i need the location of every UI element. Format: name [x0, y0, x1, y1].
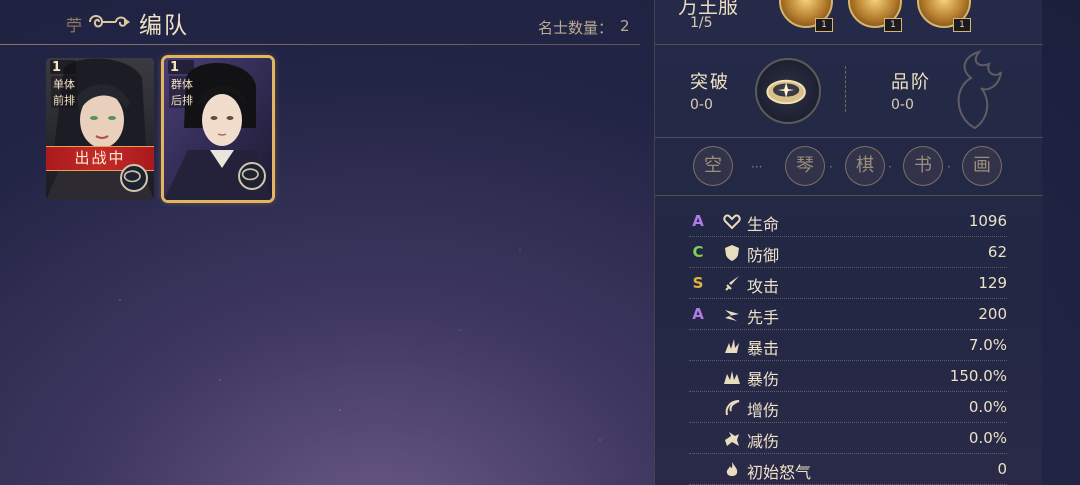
stat-grade: S [692, 274, 704, 292]
costume-progress: 1/5 [690, 15, 713, 31]
stat-name: 防御 [747, 246, 780, 265]
stat-value: 129 [978, 274, 1007, 292]
panel-divider [655, 137, 1043, 138]
crit-damage-icon [724, 371, 740, 384]
stat-value: 0 [997, 460, 1007, 478]
stat-value: 62 [987, 243, 1007, 261]
panel-dotted-divider [845, 66, 846, 112]
stat-value: 1096 [968, 212, 1007, 230]
damage-reduce-icon [725, 432, 739, 446]
crit-icon [725, 339, 739, 353]
stat-name: 生命 [747, 215, 780, 234]
skill-orb-3-icon[interactable]: 1 [917, 0, 971, 32]
slot-separator: ··· [751, 160, 763, 174]
header-decoration: 苧 [66, 16, 83, 35]
stat-row-attack: S 攻击 129 [689, 268, 1007, 299]
stat-row-initial-rage: 初始怒气 0 [689, 454, 1007, 485]
hero-target-tag: 单体 [51, 76, 77, 92]
stat-row-crit-damage: 暴伤 150.0% [689, 361, 1007, 392]
rank-label: 品阶 [891, 72, 931, 93]
stat-name: 增伤 [747, 401, 780, 420]
breakthrough-value: 0-0 [690, 97, 713, 113]
compass-rune-icon [120, 164, 148, 192]
damage-boost-icon [725, 400, 740, 416]
stat-value: 0.0% [968, 429, 1007, 447]
stat-row-initiative: A 先手 200 [689, 299, 1007, 330]
compass-rune-icon [238, 162, 266, 190]
flame-icon [726, 462, 738, 476]
hero-detail-panel: 万王服 1/5 1 1 1 突破 0-0 品阶 0-0 空 ··· 琴 · 棋 … [654, 0, 1043, 485]
skill-orb-level: 1 [884, 18, 902, 32]
hero-target-tag: 群体 [169, 76, 195, 92]
slot-qin[interactable]: 琴 [785, 146, 825, 186]
hero-position-tag: 前排 [51, 92, 77, 108]
stat-row-damage-reduce: 减伤 0.0% [689, 423, 1007, 454]
stat-name: 攻击 [747, 277, 780, 296]
rank-value: 0-0 [891, 97, 914, 113]
slot-separator: · [947, 160, 951, 174]
stat-row-crit: 暴击 7.0% [689, 330, 1007, 361]
cloud-ornament-icon [89, 15, 130, 28]
hero-level: 1 [170, 60, 180, 75]
stat-grade: C [692, 243, 704, 261]
panel-divider [655, 44, 1043, 45]
hero-count-label: 名士数量： [538, 19, 614, 37]
stat-value: 200 [978, 305, 1007, 323]
sword-icon [725, 276, 739, 291]
stat-name: 初始怒气 [747, 463, 812, 482]
slot-hua[interactable]: 画 [962, 146, 1002, 186]
hero-level: 1 [52, 60, 62, 75]
shield-icon [725, 245, 739, 261]
stat-name: 暴伤 [747, 370, 780, 389]
slot-separator: · [829, 160, 833, 174]
hero-position-tag: 后排 [169, 92, 195, 108]
skill-orb-1-icon[interactable]: 1 [779, 0, 833, 32]
speed-icon [725, 310, 739, 321]
stat-row-defense: C 防御 62 [689, 237, 1007, 268]
slot-separator: · [888, 160, 892, 174]
stat-name: 减伤 [747, 432, 780, 451]
stat-row-hp: A 生命 1096 [689, 206, 1007, 237]
stat-name: 暴击 [747, 339, 780, 358]
hero-card-2[interactable]: 1 群体 后排 [161, 55, 275, 203]
stat-grade: A [692, 305, 704, 323]
slot-qi[interactable]: 棋 [845, 146, 885, 186]
skill-orb-level: 1 [815, 18, 833, 32]
panel-divider [655, 195, 1043, 196]
stat-value: 7.0% [968, 336, 1007, 354]
skill-orb-2-icon[interactable]: 1 [848, 0, 902, 32]
stat-value: 0.0% [968, 398, 1007, 416]
hero-count-value: 2 [620, 17, 630, 35]
page-title: 编队 [139, 13, 189, 39]
stat-row-damage-boost: 增伤 0.0% [689, 392, 1007, 423]
phoenix-emblem-icon [957, 50, 1002, 130]
heart-icon [723, 214, 741, 230]
stat-value: 150.0% [949, 367, 1007, 385]
skill-orb-level: 1 [953, 18, 971, 32]
header: 苧 编队 名士数量： 2 [0, 0, 640, 46]
slot-empty[interactable]: 空 [693, 146, 733, 186]
hero-card-1[interactable]: 1 单体 前排 出战中 [46, 58, 154, 200]
header-divider [0, 44, 640, 45]
breakthrough-label: 突破 [690, 72, 730, 93]
breakthrough-ring-icon[interactable] [755, 58, 821, 124]
stat-grade: A [692, 212, 704, 230]
stat-name: 先手 [747, 308, 780, 327]
slot-shu[interactable]: 书 [903, 146, 943, 186]
